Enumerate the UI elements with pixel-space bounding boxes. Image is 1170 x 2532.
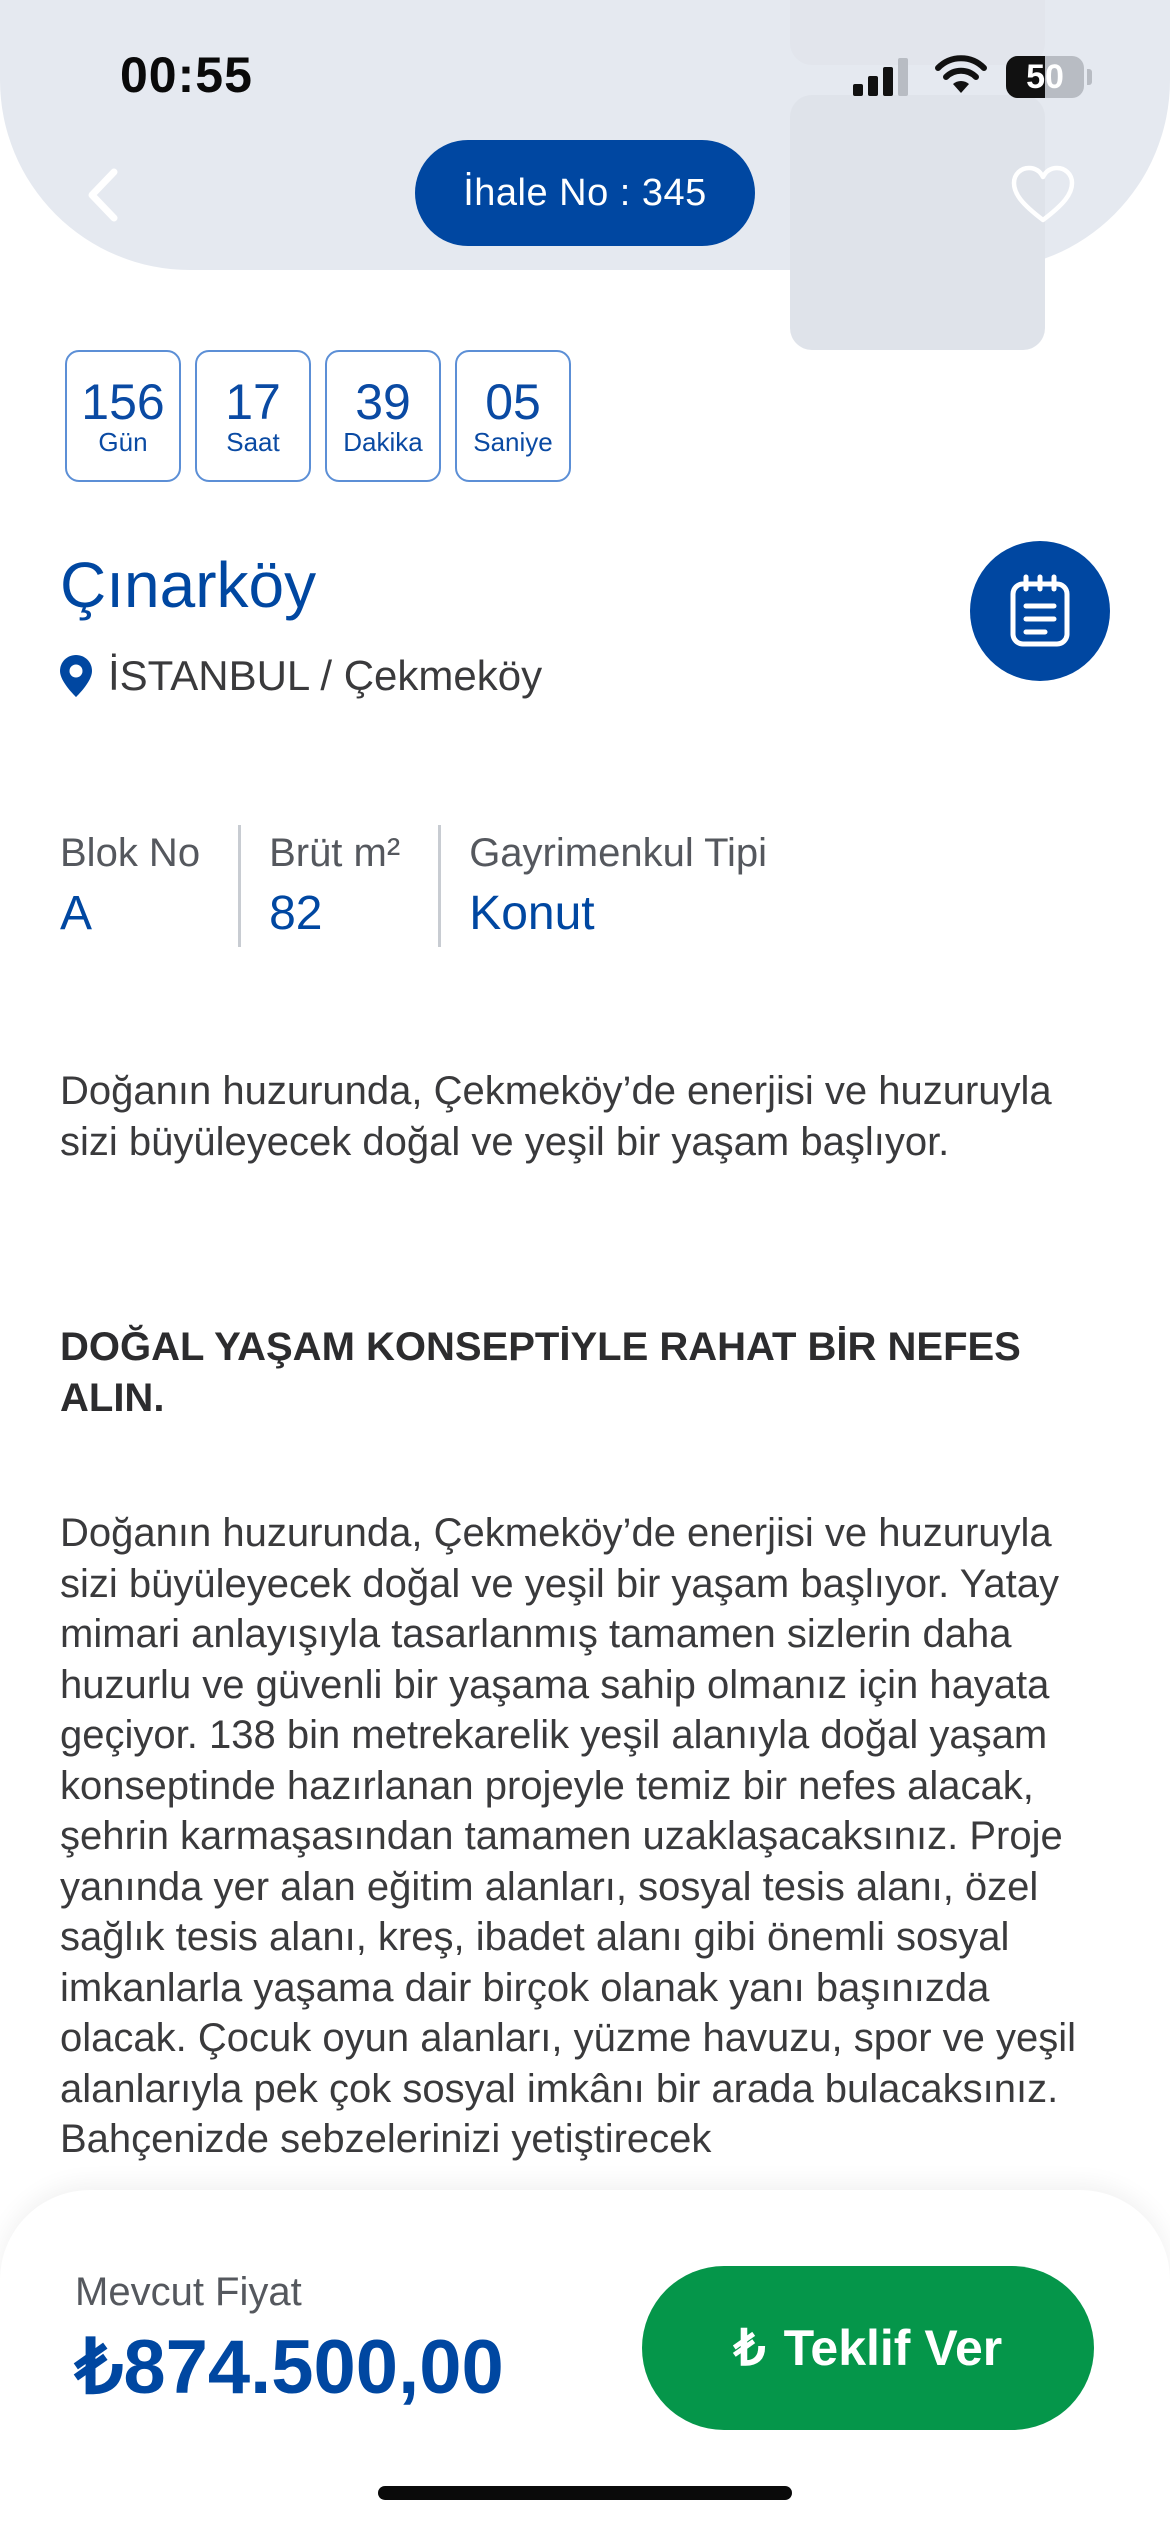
countdown-unit: Saniye bbox=[473, 427, 553, 457]
chevron-left-icon bbox=[88, 168, 118, 222]
countdown-value: 17 bbox=[225, 374, 281, 430]
price-label: Mevcut Fiyat bbox=[75, 2270, 302, 2314]
documents-button[interactable] bbox=[970, 541, 1110, 681]
spec-gross-area: Brüt m² 82 bbox=[238, 825, 438, 947]
countdown-unit: Dakika bbox=[343, 427, 423, 457]
countdown-seconds: 05 Saniye bbox=[455, 350, 571, 482]
countdown-timer: 156 Gün 17 Saat 39 Dakika 05 Saniye bbox=[65, 350, 571, 482]
countdown-unit: Gün bbox=[98, 427, 148, 457]
countdown-value: 156 bbox=[81, 374, 165, 430]
property-specs: Blok No A Brüt m² 82 Gayrimenkul Tipi Ko… bbox=[60, 825, 805, 947]
place-bid-button[interactable]: ₺ Teklif Ver bbox=[642, 2266, 1094, 2430]
location-pin-icon bbox=[60, 655, 92, 697]
place-bid-label: Teklif Ver bbox=[783, 2320, 1003, 2376]
spec-value: Konut bbox=[469, 887, 595, 940]
favorite-button[interactable] bbox=[1008, 160, 1078, 230]
lira-icon: ₺ bbox=[733, 2320, 766, 2376]
countdown-unit: Saat bbox=[226, 427, 280, 457]
home-indicator[interactable] bbox=[378, 2486, 792, 2500]
spec-label: Gayrimenkul Tipi bbox=[469, 831, 768, 875]
tender-number-badge: İhale No : 345 bbox=[415, 140, 755, 246]
current-price: ₺874.500,00 bbox=[75, 2325, 504, 2410]
spec-property-type: Gayrimenkul Tipi Konut bbox=[438, 825, 805, 947]
battery-icon: 50 bbox=[1006, 56, 1092, 98]
status-bar: 00:55 50 bbox=[0, 0, 1170, 150]
spec-block-no: Blok No A bbox=[60, 825, 238, 947]
signal-icon bbox=[853, 58, 908, 96]
description-heading: DOĞAL YAŞAM KONSEPTİYLE RAHAT BİR NEFES … bbox=[60, 1325, 1021, 1420]
document-icon bbox=[1010, 574, 1070, 647]
description-intro: Doğanın huzurunda, Çekmeköy’de enerjisi … bbox=[60, 1069, 1052, 1164]
spec-value: A bbox=[60, 887, 93, 940]
status-time: 00:55 bbox=[120, 47, 253, 103]
back-button[interactable] bbox=[70, 160, 140, 230]
spec-label: Blok No bbox=[60, 831, 201, 875]
heart-outline-icon bbox=[1011, 165, 1075, 223]
countdown-hours: 17 Saat bbox=[195, 350, 311, 482]
countdown-value: 39 bbox=[355, 374, 411, 430]
countdown-minutes: 39 Dakika bbox=[325, 350, 441, 482]
countdown-days: 156 Gün bbox=[65, 350, 181, 482]
listing-title: Çınarköy bbox=[60, 549, 317, 621]
countdown-value: 05 bbox=[485, 374, 541, 430]
battery-level: 50 bbox=[1026, 58, 1064, 96]
listing-location: İSTANBUL / Çekmeköy bbox=[58, 652, 542, 700]
location-text: İSTANBUL / Çekmeköy bbox=[108, 652, 543, 699]
description-body: Doğanın huzurunda, Çekmeköy’de enerjisi … bbox=[60, 1511, 1077, 2161]
wifi-icon bbox=[935, 55, 987, 93]
spec-value: 82 bbox=[269, 887, 323, 940]
spec-label: Brüt m² bbox=[269, 831, 401, 875]
price-bottom-sheet: Mevcut Fiyat ₺874.500,00 ₺ Teklif Ver bbox=[0, 2190, 1170, 2532]
